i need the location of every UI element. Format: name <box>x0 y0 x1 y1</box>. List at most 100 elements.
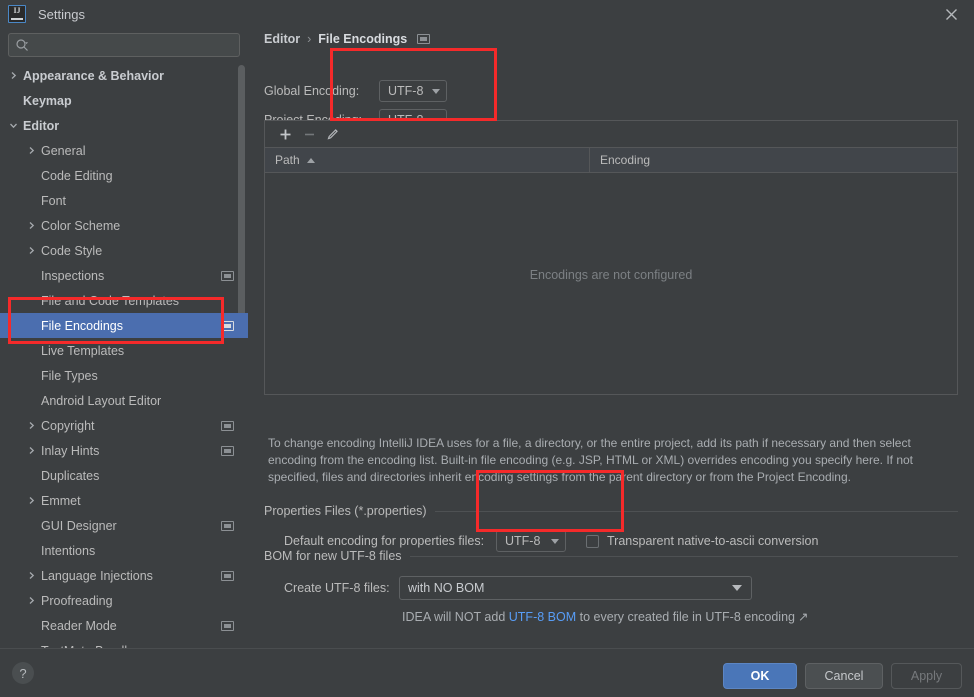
encodings-table-toolbar <box>265 121 957 148</box>
sidebar-item-file-types[interactable]: File Types <box>0 363 248 388</box>
sidebar-item-appearance-behavior[interactable]: Appearance & Behavior <box>0 63 248 88</box>
project-scope-icon <box>221 270 234 281</box>
create-utf8-files-dropdown[interactable]: with NO BOM <box>399 576 752 600</box>
ok-button[interactable]: OK <box>723 663 797 689</box>
sidebar-item-label: Inlay Hints <box>41 443 100 458</box>
edit-pencil-icon[interactable] <box>321 123 345 145</box>
chevron-right-icon[interactable] <box>26 495 37 506</box>
sidebar-item-label: File Encodings <box>41 318 123 333</box>
properties-files-group-header: Properties Files (*.properties) <box>264 504 958 518</box>
sidebar-item-android-layout-editor[interactable]: Android Layout Editor <box>0 388 248 413</box>
sidebar-item-file-encodings[interactable]: File Encodings <box>0 313 248 338</box>
breadcrumb: Editor › File Encodings <box>264 32 431 46</box>
sidebar-item-inspections[interactable]: Inspections <box>0 263 248 288</box>
project-scope-icon <box>221 320 234 331</box>
empty-table-message: Encodings are not configured <box>529 268 693 282</box>
sidebar-item-font[interactable]: Font <box>0 188 248 213</box>
sidebar-item-label: Reader Mode <box>41 618 117 633</box>
sidebar-item-proofreading[interactable]: Proofreading <box>0 588 248 613</box>
settings-tree[interactable]: Appearance & Behavior Keymap Editor General… <box>0 63 248 648</box>
sidebar-item-copyright[interactable]: Copyright <box>0 413 248 438</box>
sidebar-item-label: Color Scheme <box>41 218 121 233</box>
sidebar-item-general[interactable]: General <box>0 138 248 163</box>
sidebar-item-label: GUI Designer <box>41 518 117 533</box>
sidebar-item-label: Copyright <box>41 418 95 433</box>
transparent-native-to-ascii-checkbox[interactable] <box>586 534 599 548</box>
group-divider <box>434 510 958 512</box>
search-field[interactable] <box>8 33 240 57</box>
create-utf8-files-row: Create UTF-8 files: with NO BOM <box>284 576 752 600</box>
sidebar-item-color-scheme[interactable]: Color Scheme <box>0 213 248 238</box>
dialog-footer: ? OK Cancel Apply <box>0 648 974 697</box>
bom-note-prefix: IDEA will NOT add <box>402 610 509 624</box>
column-header-encoding-label: Encoding <box>600 153 651 167</box>
sidebar-item-label: Intentions <box>41 543 96 558</box>
cancel-button[interactable]: Cancel <box>805 663 883 689</box>
sidebar-item-label: Appearance & Behavior <box>23 68 165 83</box>
sort-ascending-icon <box>306 157 315 163</box>
bom-group-header: BOM for new UTF-8 files <box>264 549 958 563</box>
breadcrumb-separator: › <box>307 32 312 46</box>
properties-files-group-title: Properties Files (*.properties) <box>264 504 427 518</box>
sidebar-item-textmate-bundles[interactable]: TextMate Bundles <box>0 638 248 649</box>
chevron-right-icon[interactable] <box>26 595 37 606</box>
add-button[interactable] <box>273 123 297 145</box>
sidebar-item-duplicates[interactable]: Duplicates <box>0 463 248 488</box>
global-encoding-label: Global Encoding: <box>264 84 360 98</box>
sidebar-item-label: Language Injections <box>41 568 153 583</box>
global-encoding-value: UTF-8 <box>388 84 424 98</box>
close-icon[interactable] <box>928 0 974 28</box>
chevron-right-icon[interactable] <box>26 445 37 456</box>
column-header-path-label: Path <box>275 153 300 167</box>
external-link-icon[interactable]: ↗ <box>798 610 808 624</box>
window-title: Settings <box>38 6 85 22</box>
column-header-encoding[interactable]: Encoding <box>590 148 957 172</box>
sidebar-item-label: General <box>41 143 86 158</box>
sidebar-item-editor[interactable]: Editor <box>0 113 248 138</box>
sidebar-item-code-style[interactable]: Code Style <box>0 238 248 263</box>
apply-button: Apply <box>891 663 962 689</box>
intellij-idea-logo-icon <box>8 5 26 23</box>
sidebar-item-intentions[interactable]: Intentions <box>0 538 248 563</box>
sidebar-item-emmet[interactable]: Emmet <box>0 488 248 513</box>
sidebar-item-label: Duplicates <box>41 468 100 483</box>
column-header-path[interactable]: Path <box>265 148 590 172</box>
global-encoding-dropdown[interactable]: UTF-8 <box>379 80 447 102</box>
sidebar-item-live-templates[interactable]: Live Templates <box>0 338 248 363</box>
sidebar-item-file-and-code-templates[interactable]: File and Code Templates <box>0 288 248 313</box>
sidebar-item-label: Editor <box>23 118 60 133</box>
sidebar-item-gui-designer[interactable]: GUI Designer <box>0 513 248 538</box>
chevron-right-icon[interactable] <box>26 145 37 156</box>
project-scope-icon <box>221 445 234 456</box>
sidebar-item-inlay-hints[interactable]: Inlay Hints <box>0 438 248 463</box>
sidebar-item-keymap[interactable]: Keymap <box>0 88 248 113</box>
project-scope-icon <box>417 34 431 44</box>
transparent-native-to-ascii-label: Transparent native-to-ascii conversion <box>607 534 819 548</box>
window-titlebar: Settings <box>0 0 974 28</box>
remove-button[interactable] <box>297 123 321 145</box>
encodings-table-header: Path Encoding <box>265 148 957 173</box>
chevron-right-icon[interactable] <box>26 570 37 581</box>
sidebar-item-label: Inspections <box>41 268 105 283</box>
create-utf8-files-value: with NO BOM <box>408 581 485 595</box>
sidebar-item-reader-mode[interactable]: Reader Mode <box>0 613 248 638</box>
breadcrumb-parent[interactable]: Editor <box>264 32 300 46</box>
chevron-right-icon[interactable] <box>26 220 37 231</box>
utf8-bom-link[interactable]: UTF-8 BOM <box>509 610 576 624</box>
sidebar-item-code-editing[interactable]: Code Editing <box>0 163 248 188</box>
chevron-right-icon[interactable] <box>8 70 19 81</box>
sidebar-item-language-injections[interactable]: Language Injections <box>0 563 248 588</box>
encodings-table-body[interactable]: Encodings are not configured <box>265 173 957 394</box>
search-input[interactable] <box>29 35 239 55</box>
bom-group-title: BOM for new UTF-8 files <box>264 549 402 563</box>
help-button[interactable]: ? <box>12 662 34 684</box>
chevron-down-icon <box>732 585 742 591</box>
chevron-down-icon[interactable] <box>8 120 19 131</box>
chevron-right-icon[interactable] <box>26 420 37 431</box>
project-scope-icon <box>221 570 234 581</box>
chevron-right-icon[interactable] <box>26 245 37 256</box>
sidebar-item-label: Emmet <box>41 493 81 508</box>
project-scope-icon <box>221 420 234 431</box>
encodings-description: To change encoding IntelliJ IDEA uses fo… <box>268 436 913 484</box>
default-properties-encoding-label: Default encoding for properties files: <box>284 534 485 548</box>
